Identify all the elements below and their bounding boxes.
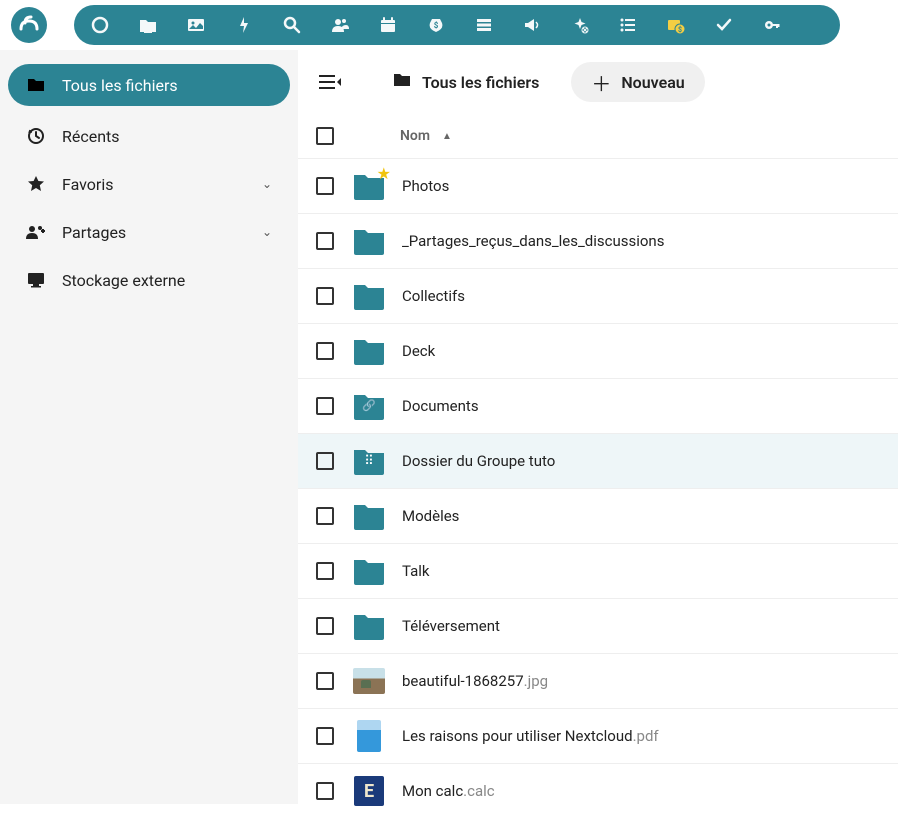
image-thumbnail xyxy=(352,664,386,698)
sidebar-item-favorites[interactable]: Favoris ⌄ xyxy=(0,160,298,208)
sidebar-label: Récents xyxy=(62,127,120,146)
sidebar-label: Favoris xyxy=(62,175,114,194)
new-button[interactable]: ＋ Nouveau xyxy=(571,62,704,102)
row-checkbox[interactable] xyxy=(316,287,334,305)
app-logo[interactable] xyxy=(4,0,54,50)
contacts-icon[interactable] xyxy=(330,15,350,35)
file-row[interactable]: Collectifs xyxy=(298,268,898,323)
sidebar-item-all-files[interactable]: Tous les fichiers xyxy=(8,64,290,106)
file-name: Collectifs xyxy=(402,287,465,305)
sort-ascending-icon: ▲ xyxy=(442,131,452,142)
column-header-name[interactable]: Nom ▲ xyxy=(400,128,452,144)
file-list: ★ Photos _Partages_reçus_dans_les_discussi… xyxy=(298,158,898,818)
file-row[interactable]: beautiful-1868257.jpg xyxy=(298,653,898,708)
folder-icon xyxy=(352,224,386,258)
chevron-down-icon: ⌄ xyxy=(262,225,272,239)
sidebar-label: Partages xyxy=(62,223,126,242)
plus-icon: ＋ xyxy=(591,68,611,97)
file-name: beautiful-1868257.jpg xyxy=(402,672,548,690)
star-badge-icon: ★ xyxy=(377,164,391,183)
file-row[interactable]: _Partages_reçus_dans_les_discussions xyxy=(298,213,898,268)
select-all-checkbox[interactable] xyxy=(316,127,334,145)
tasks-icon[interactable] xyxy=(714,15,734,35)
folder-icon: ★ xyxy=(352,169,386,203)
sidebar-label: Tous les fichiers xyxy=(62,76,178,95)
folder-icon xyxy=(352,279,386,313)
file-name: Les raisons pour utiliser Nextcloud.pdf xyxy=(402,727,659,745)
folder-icon: ⠿ xyxy=(352,444,386,478)
file-row[interactable]: ⠿ Dossier du Groupe tuto xyxy=(298,433,898,488)
table-header: Nom ▲ xyxy=(298,114,898,158)
file-name: Deck xyxy=(402,342,435,360)
row-checkbox[interactable] xyxy=(316,232,334,250)
row-checkbox[interactable] xyxy=(316,562,334,580)
announce-icon[interactable] xyxy=(522,15,542,35)
document-icon xyxy=(352,719,386,753)
row-checkbox[interactable] xyxy=(316,177,334,195)
passwords-icon[interactable] xyxy=(762,15,782,35)
star-icon xyxy=(26,174,46,194)
file-row[interactable]: Téléversement xyxy=(298,598,898,653)
row-checkbox[interactable] xyxy=(316,342,334,360)
breadcrumb-label: Tous les fichiers xyxy=(422,73,539,92)
search-icon[interactable] xyxy=(282,15,302,35)
deck-icon[interactable] xyxy=(474,15,494,35)
share-icon xyxy=(26,222,46,242)
file-name: Téléversement xyxy=(402,617,500,635)
file-row[interactable]: Les raisons pour utiliser Nextcloud.pdf xyxy=(298,708,898,763)
svg-text:$: $ xyxy=(434,21,439,30)
file-name: Talk xyxy=(402,562,430,580)
file-name: Photos xyxy=(402,177,449,195)
row-checkbox[interactable] xyxy=(316,727,334,745)
row-checkbox[interactable] xyxy=(316,452,334,470)
folder-icon xyxy=(26,75,46,95)
sidebar-item-recents[interactable]: Récents xyxy=(0,112,298,160)
breadcrumb[interactable]: Tous les fichiers xyxy=(392,71,539,93)
row-checkbox[interactable] xyxy=(316,782,334,800)
files-icon[interactable] xyxy=(138,15,158,35)
monitor-icon xyxy=(26,270,46,290)
row-checkbox[interactable] xyxy=(316,617,334,635)
sidebar-item-shares[interactable]: Partages ⌄ xyxy=(0,208,298,256)
row-checkbox[interactable] xyxy=(316,507,334,525)
collapse-sidebar-button[interactable] xyxy=(316,68,344,96)
sidebar-label: Stockage externe xyxy=(62,271,185,290)
money-icon[interactable]: $ xyxy=(666,15,686,35)
folder-icon xyxy=(352,499,386,533)
file-name: _Partages_reçus_dans_les_discussions xyxy=(402,232,664,250)
app-toolbar: $ $ xyxy=(74,5,840,45)
new-button-label: Nouveau xyxy=(621,73,684,92)
folder-icon xyxy=(392,71,412,93)
dashboard-icon[interactable] xyxy=(90,15,110,35)
folder-icon xyxy=(352,609,386,643)
activity-icon[interactable] xyxy=(234,15,254,35)
folder-icon xyxy=(352,554,386,588)
file-row[interactable]: Deck xyxy=(298,323,898,378)
file-name: Dossier du Groupe tuto xyxy=(402,452,555,470)
file-row[interactable]: 🔗 Documents xyxy=(298,378,898,433)
magic-icon[interactable] xyxy=(570,15,590,35)
row-checkbox[interactable] xyxy=(316,397,334,415)
file-row[interactable]: ★ Photos xyxy=(298,158,898,213)
content-area: Tous les fichiers ＋ Nouveau Nom ▲ ★ Photo… xyxy=(298,50,898,804)
file-row[interactable]: Talk xyxy=(298,543,898,598)
list-icon[interactable] xyxy=(618,15,638,35)
svg-text:$: $ xyxy=(678,26,682,34)
folder-icon xyxy=(352,334,386,368)
photos-icon[interactable] xyxy=(186,15,206,35)
file-name: Modèles xyxy=(402,507,459,525)
clock-icon xyxy=(26,126,46,146)
file-name: Documents xyxy=(402,397,479,415)
file-row[interactable]: E Mon calc.calc xyxy=(298,763,898,818)
sidebar: Tous les fichiers Récents Favoris ⌄ Part… xyxy=(0,50,298,804)
folder-icon: 🔗 xyxy=(352,389,386,423)
calendar-icon[interactable] xyxy=(378,15,398,35)
budget-icon[interactable]: $ xyxy=(426,15,446,35)
chevron-down-icon: ⌄ xyxy=(262,177,272,191)
row-checkbox[interactable] xyxy=(316,672,334,690)
file-row[interactable]: Modèles xyxy=(298,488,898,543)
sidebar-item-external-storage[interactable]: Stockage externe xyxy=(0,256,298,304)
spreadsheet-icon: E xyxy=(352,774,386,808)
file-name: Mon calc.calc xyxy=(402,782,495,800)
